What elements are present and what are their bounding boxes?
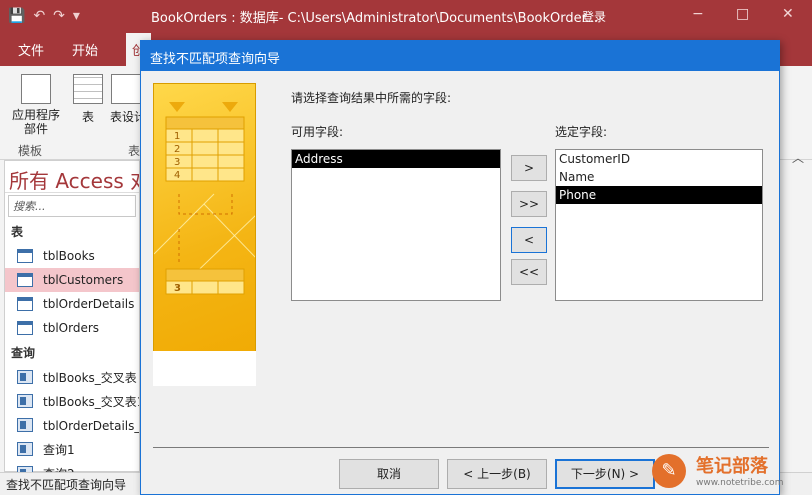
- table-design-icon: [111, 74, 141, 104]
- maximize-button[interactable]: □: [736, 6, 749, 22]
- nav-query-item[interactable]: tblBooks_交叉表1: [5, 389, 139, 413]
- navigation-pane: 所有 Access 对 搜索... 表 tblBooks tblCustomers…: [4, 160, 140, 481]
- selected-fields-label: 选定字段:: [555, 125, 608, 139]
- svg-text:2: 2: [174, 144, 180, 155]
- nav-item-label: tblOrderDetails: [43, 297, 135, 311]
- nav-category-queries[interactable]: 查询: [5, 340, 139, 365]
- nav-table-item[interactable]: tblCustomers: [5, 268, 139, 292]
- nav-item-label: tblBooks: [43, 249, 95, 263]
- selected-field-item[interactable]: Phone: [556, 186, 762, 204]
- app-parts-button[interactable]: 应用程序 部件: [6, 74, 66, 136]
- svg-text:4: 4: [174, 170, 180, 181]
- customize-qat-icon[interactable]: ▾: [73, 8, 80, 24]
- nav-item-label: 查询1: [43, 442, 75, 457]
- table-icon: [17, 249, 33, 263]
- query-icon: [17, 418, 33, 432]
- add-all-fields-button[interactable]: >>: [511, 191, 547, 217]
- nav-search-input[interactable]: 搜索...: [8, 195, 136, 217]
- nav-item-label: tblBooks_交叉表1: [43, 394, 139, 409]
- table-icon: [73, 74, 103, 104]
- table-button[interactable]: 表: [72, 74, 104, 125]
- save-icon[interactable]: 💾: [8, 8, 25, 24]
- table-icon: [17, 297, 33, 311]
- nav-item-label: tblOrders: [43, 321, 100, 335]
- add-field-button[interactable]: >: [511, 155, 547, 181]
- login-link[interactable]: 登录: [582, 8, 606, 25]
- app-parts-icon: [21, 74, 51, 104]
- svg-text:3: 3: [174, 157, 180, 168]
- close-button[interactable]: ✕: [782, 6, 794, 22]
- nav-table-item[interactable]: tblBooks: [5, 244, 139, 268]
- query-icon: [17, 394, 33, 408]
- undo-icon[interactable]: ↶: [33, 8, 45, 24]
- remove-field-button[interactable]: <: [511, 227, 547, 253]
- watermark-logo-icon: ✎: [652, 454, 686, 488]
- available-fields-list[interactable]: Address: [291, 149, 501, 301]
- title-bar: 💾 ↶ ↷ ▾ BookOrders : 数据库- C:\Users\Admin…: [0, 0, 812, 32]
- wizard-illustration-graphic: 1 2 3 4 3: [154, 102, 255, 295]
- tab-file[interactable]: 文件: [18, 40, 44, 59]
- svg-text:3: 3: [174, 283, 181, 294]
- query-icon: [17, 442, 33, 456]
- group-label-templates: 模板: [18, 144, 43, 158]
- illustration-blank-area: [153, 351, 256, 386]
- nav-item-label: tblBooks_交叉表: [43, 370, 137, 385]
- cancel-button[interactable]: 取消: [339, 459, 439, 489]
- watermark-subtitle: www.notetribe.com: [696, 478, 784, 488]
- access-window: 💾 ↶ ↷ ▾ BookOrders : 数据库- C:\Users\Admin…: [0, 0, 812, 495]
- nav-item-label: tblOrderDetails_交: [43, 418, 139, 433]
- table-icon: [17, 273, 33, 287]
- nav-query-item[interactable]: tblBooks_交叉表: [5, 365, 139, 389]
- redo-icon[interactable]: ↷: [53, 8, 65, 24]
- table-design-button[interactable]: 表设计: [110, 74, 147, 125]
- selected-fields-list[interactable]: CustomerID Name Phone: [555, 149, 763, 301]
- scrollbar[interactable]: ︿: [788, 151, 808, 472]
- window-title: BookOrders : 数据库- C:\Users\Administrator…: [151, 10, 599, 26]
- wizard-prompt: 请选择查询结果中所需的字段:: [291, 91, 452, 105]
- nav-query-item[interactable]: tblOrderDetails_交: [5, 413, 139, 437]
- table-design-label: 表设计: [110, 110, 147, 124]
- table-label: 表: [81, 110, 94, 124]
- watermark: ✎ 笔记部落 www.notetribe.com: [652, 448, 812, 495]
- available-fields-label: 可用字段:: [291, 125, 344, 139]
- group-label-tables: 表: [128, 144, 141, 158]
- nav-item-label: tblCustomers: [43, 273, 124, 287]
- nav-table-item[interactable]: tblOrders: [5, 316, 139, 340]
- watermark-title: 笔记部落: [696, 456, 768, 477]
- nav-table-item[interactable]: tblOrderDetails: [5, 292, 139, 316]
- dialog-title: 查找不匹配项查询向导: [141, 41, 779, 71]
- remove-all-fields-button[interactable]: <<: [511, 259, 547, 285]
- selected-field-item[interactable]: CustomerID: [556, 150, 762, 168]
- app-parts-label: 应用程序 部件: [11, 108, 60, 136]
- next-step-button[interactable]: 下一步(N) >: [555, 459, 655, 489]
- table-icon: [17, 321, 33, 335]
- available-field-item[interactable]: Address: [292, 150, 500, 168]
- nav-category-tables[interactable]: 表: [5, 219, 139, 244]
- selected-field-item[interactable]: Name: [556, 168, 762, 186]
- unmatched-query-wizard-dialog: 查找不匹配项查询向导 1 2 3 4 3 请选择查询结果中所需的字段: 可用字段…: [140, 40, 780, 495]
- nav-pane-header[interactable]: 所有 Access 对: [5, 161, 139, 193]
- tab-home[interactable]: 开始: [72, 40, 98, 59]
- svg-text:1: 1: [174, 131, 180, 142]
- previous-step-button[interactable]: < 上一步(B): [447, 459, 547, 489]
- wizard-illustration: 1 2 3 4 3: [153, 83, 256, 384]
- quick-access-toolbar: 💾 ↶ ↷ ▾: [0, 8, 145, 24]
- nav-query-item[interactable]: 查询1: [5, 437, 139, 461]
- scroll-up-icon[interactable]: ︿: [792, 149, 804, 166]
- minimize-button[interactable]: −: [692, 6, 704, 22]
- query-icon: [17, 370, 33, 384]
